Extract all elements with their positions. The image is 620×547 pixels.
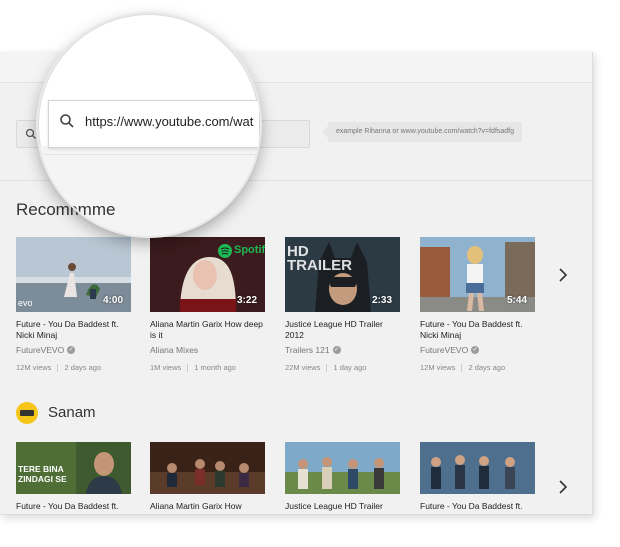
- verified-icon: ✓: [471, 346, 480, 354]
- video-card[interactable]: Justice League HD Trailer: [285, 442, 400, 512]
- video-thumbnail[interactable]: Spotif 3:22: [150, 237, 265, 312]
- video-thumbnail[interactable]: evo 4:00: [16, 237, 131, 312]
- magnified-section-title: Recomme: [38, 200, 116, 219]
- video-duration: 5:44: [506, 295, 527, 306]
- video-age: 2 days ago: [468, 363, 506, 372]
- video-title[interactable]: Future - You Da Baddest ft.: [16, 501, 131, 512]
- video-card[interactable]: Spotif 3:22 Aliana Martin Garix How deep…: [150, 237, 265, 373]
- video-duration: 2:33: [371, 295, 392, 306]
- video-views: 22M views: [285, 363, 321, 372]
- video-thumbnail[interactable]: [420, 442, 535, 494]
- video-card[interactable]: HD TRAILER 2:33 Justice League HD Traile…: [285, 237, 400, 373]
- spotify-watermark: Spotif: [234, 244, 265, 256]
- video-thumbnail[interactable]: HD TRAILER 2:33: [285, 237, 400, 312]
- verified-icon: ✓: [332, 346, 341, 354]
- magnified-content-area: [38, 146, 260, 236]
- video-channel[interactable]: Aliana Mixes: [150, 345, 265, 355]
- video-card[interactable]: Future - You Da Baddest ft.: [420, 442, 535, 512]
- video-meta: 12M views 2 days ago: [16, 363, 131, 373]
- channel-name: Trailers 121: [285, 345, 330, 355]
- search-hint-tooltip: example Rihanna or www.youtube.com/watch…: [321, 122, 523, 142]
- trailer-watermark: HD TRAILER: [287, 243, 352, 274]
- magnified-divider: [38, 154, 260, 155]
- video-views: 12M views: [420, 363, 456, 372]
- search-icon: [59, 113, 75, 134]
- video-views: 1M views: [150, 363, 182, 372]
- channel-name: FutureVEVO: [16, 345, 65, 355]
- video-title[interactable]: Future - You Da Baddest ft. Nicki Minaj: [420, 319, 535, 341]
- chevron-right-icon[interactable]: [558, 480, 568, 499]
- video-duration: 4:00: [102, 295, 123, 306]
- video-age: 1 day ago: [333, 363, 367, 372]
- video-age: 2 days ago: [64, 363, 102, 372]
- url-input-value: https://www.youtube.com/wat: [85, 114, 254, 129]
- video-thumbnail[interactable]: [150, 442, 265, 494]
- search-icon: [25, 127, 37, 145]
- video-title[interactable]: Justice League HD Trailer: [285, 501, 400, 512]
- verified-icon: ✓: [67, 346, 76, 354]
- video-title[interactable]: Future - You Da Baddest ft.: [420, 501, 535, 512]
- video-meta: 1M views 1 month ago: [150, 363, 265, 373]
- magnifier-lens: https://www.youtube.com/wat Recomme: [38, 14, 260, 236]
- video-thumbnail[interactable]: [285, 442, 400, 494]
- video-age: 1 month ago: [194, 363, 236, 372]
- video-thumbnail[interactable]: TERE BINA ZINDAGI SE: [16, 442, 131, 494]
- video-title[interactable]: Future - You Da Baddest ft. Nicki Minaj: [16, 319, 131, 341]
- video-card[interactable]: Aliana Martin Garix How: [150, 442, 265, 512]
- chevron-right-icon[interactable]: [558, 268, 568, 287]
- video-channel[interactable]: Trailers 121 ✓: [285, 345, 400, 355]
- video-meta: 12M views 2 days ago: [420, 363, 535, 373]
- video-meta: 22M views 1 day ago: [285, 363, 400, 373]
- video-thumbnail[interactable]: 5:44: [420, 237, 535, 312]
- video-channel[interactable]: FutureVEVO ✓: [16, 345, 131, 355]
- video-card[interactable]: evo 4:00 Future - You Da Baddest ft. Nic…: [16, 237, 131, 373]
- video-channel[interactable]: FutureVEVO ✓: [420, 345, 535, 355]
- video-views: 12M views: [16, 363, 52, 372]
- channel-name: Aliana Mixes: [150, 345, 199, 355]
- vevo-watermark: evo: [18, 298, 33, 308]
- channel-avatar[interactable]: [16, 402, 38, 424]
- video-title[interactable]: Aliana Martin Garix How: [150, 501, 265, 512]
- channel-name: FutureVEVO: [420, 345, 469, 355]
- video-card[interactable]: TERE BINA ZINDAGI SE Future - You Da Bad…: [16, 442, 131, 512]
- thumbnail-caption: TERE BINA ZINDAGI SE: [18, 464, 67, 484]
- channel-section-title[interactable]: Sanam: [48, 404, 96, 421]
- video-duration: 3:22: [236, 295, 257, 306]
- magnified-url-input[interactable]: https://www.youtube.com/wat: [48, 100, 260, 148]
- video-card[interactable]: 5:44 Future - You Da Baddest ft. Nicki M…: [420, 237, 535, 373]
- video-title[interactable]: Justice League HD Trailer 2012: [285, 319, 400, 341]
- video-title[interactable]: Aliana Martin Garix How deep is it: [150, 319, 265, 341]
